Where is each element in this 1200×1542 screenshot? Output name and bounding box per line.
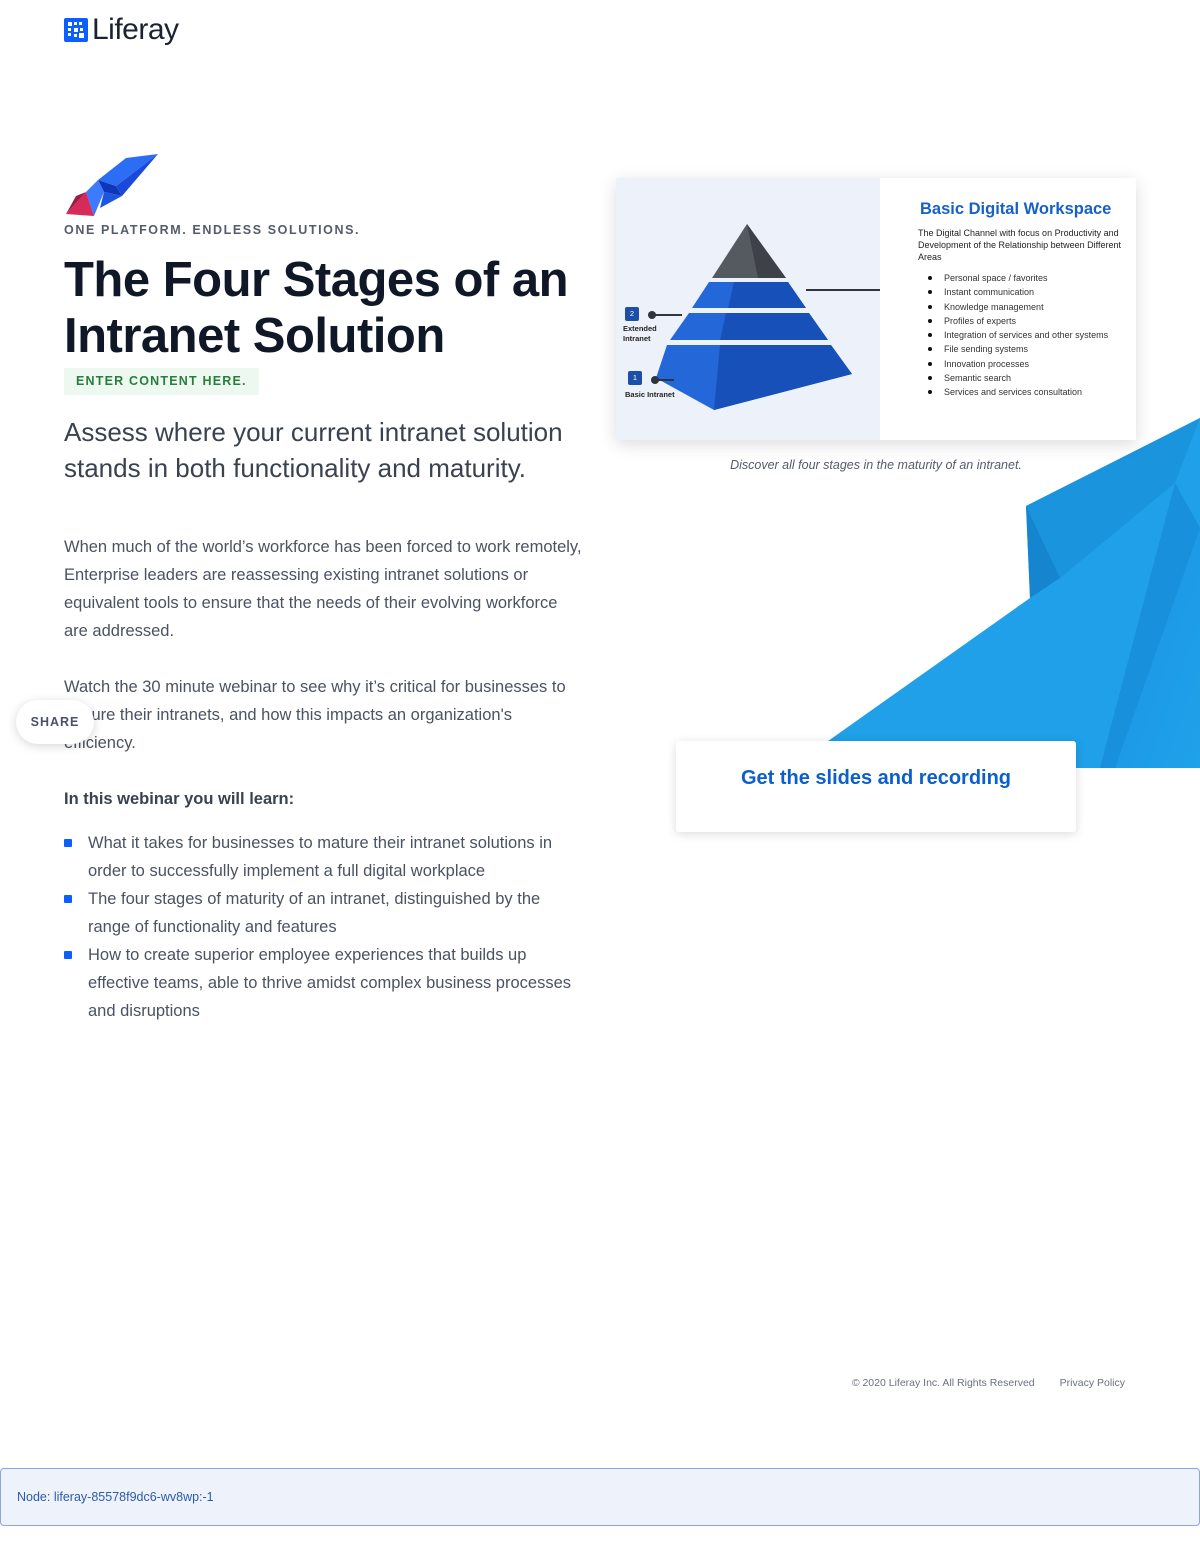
webinar-slide-image: 2 Extended Intranet 1 Basic Intranet Bas…	[616, 178, 1136, 440]
intro-paragraph: When much of the world’s workforce has b…	[64, 538, 582, 640]
liferay-logo-icon	[64, 18, 88, 42]
logo-wordmark: Liferay	[92, 13, 179, 46]
list-item: File sending systems	[918, 342, 1122, 356]
list-item: The four stages of maturity of an intran…	[64, 885, 584, 941]
node-info-alert: Node: liferay-85578f9dc6-wv8wp:-1	[0, 1468, 1200, 1526]
list-item: Semantic search	[918, 371, 1122, 385]
slide-description: The Digital Channel with focus on Produc…	[918, 228, 1121, 262]
learn-heading: In this webinar you will learn:	[64, 790, 295, 808]
list-item: Knowledge management	[918, 300, 1122, 314]
copyright-text: © 2020 Liferay Inc. All Rights Reserved	[851, 1377, 1035, 1389]
privacy-policy-link[interactable]: Privacy Policy	[1060, 1377, 1125, 1389]
liferay-logo[interactable]: Liferay	[64, 14, 179, 46]
content-tag: ENTER CONTENT HERE.	[64, 368, 259, 395]
webinar-paragraph: Watch the 30 minute webinar to see why i…	[64, 678, 566, 752]
page-title: The Four Stages of an Intranet Solution	[64, 253, 569, 363]
subheadline: Assess where your current intranet solut…	[64, 417, 563, 483]
rocket-illustration	[66, 154, 158, 216]
slide-feature-list: Personal space / favorites Instant commu…	[918, 271, 1122, 400]
stage-1-label: Basic Intranet	[625, 390, 675, 399]
list-item: Instant communication	[918, 285, 1122, 299]
pyramid-diagram	[648, 224, 898, 410]
stage-1-badge: 1	[628, 371, 642, 385]
node-info-text: Node: liferay-85578f9dc6-wv8wp:-1	[17, 1490, 214, 1504]
get-slides-cta[interactable]: Get the slides and recording	[676, 741, 1076, 832]
footer: © 2020 Liferay Inc. All Rights Reserved …	[852, 1377, 1125, 1389]
list-item: Profiles of experts	[918, 314, 1122, 328]
eyebrow: ONE PLATFORM. ENDLESS SOLUTIONS.	[64, 223, 361, 237]
list-item: How to create superior employee experien…	[64, 941, 584, 1025]
learn-list: What it takes for businesses to mature t…	[64, 829, 584, 1025]
list-item: Personal space / favorites	[918, 271, 1122, 285]
pyramid-panel: 2 Extended Intranet 1 Basic Intranet	[616, 178, 898, 440]
stage-2-label: Extended Intranet	[623, 324, 657, 343]
share-button[interactable]: SHARE	[16, 700, 94, 744]
list-item: Services and services consultation	[918, 385, 1122, 399]
slide-title: Basic Digital Workspace	[920, 200, 1112, 218]
image-caption: Discover all four stages in the maturity…	[730, 458, 1022, 472]
cta-label[interactable]: Get the slides and recording	[741, 767, 1011, 790]
stage-2-badge: 2	[625, 307, 639, 321]
list-item: What it takes for businesses to mature t…	[64, 829, 584, 885]
list-item: Integration of services and other system…	[918, 328, 1122, 342]
list-item: Innovation processes	[918, 357, 1122, 371]
slide-text-panel: Basic Digital Workspace The Digital Chan…	[880, 178, 1136, 440]
